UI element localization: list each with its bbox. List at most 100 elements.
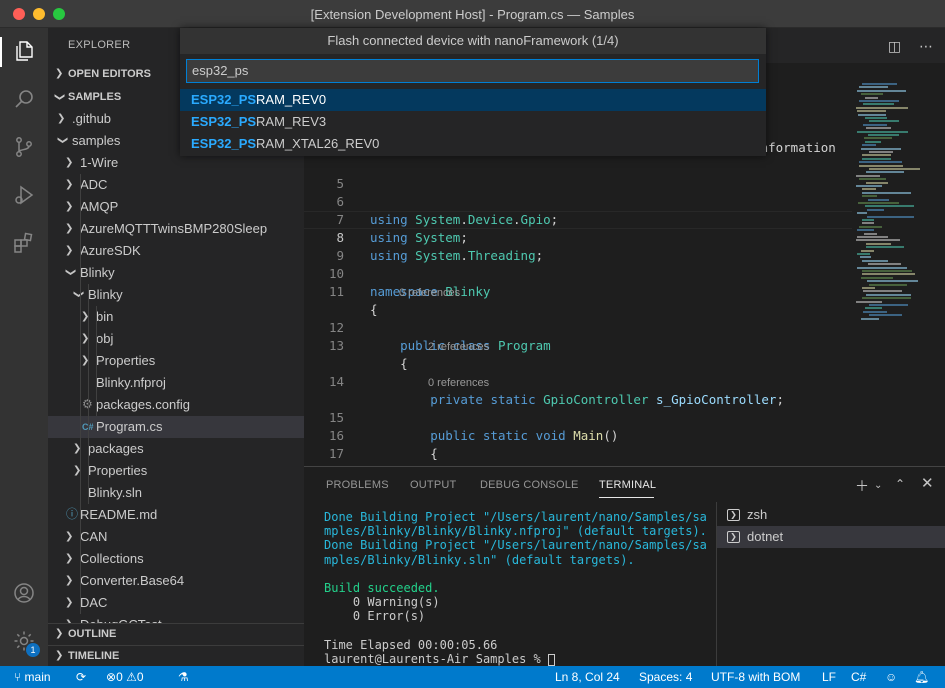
tree-item-label: bin [96,309,114,324]
error-count: 0 [116,670,123,684]
codelens-references[interactable]: 0 references [399,286,460,300]
flask-icon[interactable]: ⚗ [178,666,189,688]
tree-item-label: AzureMQTTTwinsBMP280Sleep [80,221,268,236]
tree-item[interactable]: ❯ AzureSDK [48,240,304,262]
search-icon[interactable] [12,87,36,111]
chevron-right-icon: ❯ [65,223,74,234]
chevron-right-icon: ❯ [65,179,74,190]
cursor-position[interactable]: Ln 8, Col 24 [555,666,620,688]
codelens-references[interactable]: 0 references [428,376,489,390]
tree-item-label: Blinky.nfproj [96,375,166,390]
tree-item[interactable]: Blinky.sln [48,482,304,504]
minimap[interactable] [852,83,937,333]
minimap-line [866,171,904,174]
code-line-9: 9 [304,229,852,263]
tree-item-label: AzureSDK [80,243,141,258]
minimap-line [861,317,879,320]
minimap-line [868,198,889,201]
warning-count: 0 [136,670,144,684]
tree-item[interactable]: ❯ DAC [48,592,304,614]
problems-status[interactable]: ⊗0 ⚠0 [106,666,144,688]
tree-item[interactable]: ❯ Properties [48,350,304,372]
tab-problems[interactable]: PROBLEMS [326,479,389,491]
minimap-line [857,130,908,133]
split-editor-icon[interactable]: ◫ [888,38,901,54]
chevron-right-icon: ❯ [81,311,90,322]
active-indicator [0,37,2,67]
tree-item-label: 1-Wire [80,155,119,170]
quick-pick-item[interactable]: ESP32_PSRAM_REV3 [180,111,766,133]
tree-item[interactable]: ❯ AzureMQTTTwinsBMP280Sleep [48,218,304,240]
maximize-panel-icon[interactable]: ⌃ [895,477,905,491]
code-line-11: 11 { [304,265,852,317]
tree-item[interactable]: ❯ Blinky [48,262,304,284]
timeline-section[interactable]: ❯ TIMELINE [48,645,304,666]
tree-item-label: Blinky [80,265,115,280]
tree-item[interactable]: ❯ ADC [48,174,304,196]
minimap-line [867,215,914,218]
minimap-line [865,117,887,119]
account-icon[interactable] [12,581,36,605]
terminal-label: zsh [747,507,768,522]
bottom-panel: PROBLEMS OUTPUT DEBUG CONSOLE TERMINAL ＋… [304,466,945,667]
new-terminal-icon[interactable]: ＋ [855,476,869,496]
status-bar: ⑂ main ⟳ ⊗0 ⚠0 ⚗ Ln 8, Col 24 Spaces: 4 … [0,666,945,688]
chevron-down-icon[interactable]: ⌄ [874,480,882,491]
terminal-item-dotnet[interactable]: ❯ dotnet [717,526,945,548]
code-line-18: 18 [304,445,852,466]
tree-item[interactable]: ⓘ README.md [48,504,304,526]
quick-pick-input[interactable]: esp32_ps [186,59,759,83]
terminal-line: Done Building Project "/Users/laurent/na… [324,510,707,524]
tree-item[interactable]: ❯ Blinky [48,284,304,306]
extensions-icon[interactable] [12,231,36,255]
tree-item[interactable]: ❯ Converter.Base64 [48,570,304,592]
tree-item[interactable]: ❯ AMQP [48,196,304,218]
quick-pick-item[interactable]: ESP32_PSRAM_REV0 [180,89,766,111]
chevron-right-icon: ❯ [55,68,64,79]
eol-status[interactable]: LF [822,666,836,688]
encoding-status[interactable]: UTF-8 with BOM [711,666,800,688]
tree-item[interactable]: ❯ Properties [48,460,304,482]
indent-guide [80,174,81,614]
editor-actions: ◫ ⋯ [888,38,933,55]
tree-item[interactable]: ❯ CAN [48,526,304,548]
tab-output[interactable]: OUTPUT [410,479,456,491]
quick-pick-item[interactable]: ESP32_PSRAM_XTAL26_REV0 [180,133,766,155]
quick-pick-title: Flash connected device with nanoFramewor… [180,28,766,54]
sync-icon[interactable]: ⟳ [76,666,86,688]
outline-section[interactable]: ❯ OUTLINE [48,623,304,645]
minimap-line [866,181,888,184]
indentation-status[interactable]: Spaces: 4 [639,666,692,688]
close-panel-icon[interactable]: ✕ [921,474,934,492]
tree-item[interactable]: Blinky.nfproj [48,372,304,394]
tab-debug-console[interactable]: DEBUG CONSOLE [480,479,579,491]
source-control-icon[interactable] [12,135,36,159]
minimap-line [866,293,911,296]
more-actions-icon[interactable]: ⋯ [919,38,933,54]
tree-item-label: Properties [88,463,148,478]
run-debug-icon[interactable] [12,183,36,207]
tree-item[interactable]: ❯ packages [48,438,304,460]
tree-item[interactable]: C#Program.cs [48,416,304,438]
codelens-references[interactable]: 2 references [428,340,489,354]
explorer-icon[interactable] [12,39,36,63]
language-status[interactable]: C# [851,666,866,688]
terminal-item-zsh[interactable]: ❯ zsh [717,504,945,526]
tab-terminal[interactable]: TERMINAL [599,479,656,491]
minimap-line [861,93,883,96]
feedback-icon[interactable]: ☺ [885,666,897,688]
tree-item[interactable]: ❯ Collections [48,548,304,570]
tree-item[interactable]: ❯ bin [48,306,304,328]
branch-status[interactable]: ⑂ main [14,666,51,688]
minimap-line [863,290,902,293]
tree-item[interactable]: ❯ obj [48,328,304,350]
terminal-output[interactable]: Done Building Project "/Users/laurent/na… [324,510,714,666]
minimap-line [859,225,882,228]
tree-item[interactable]: ⚙packages.config [48,394,304,416]
code-line-17: 17 s_GpioController = new GpioController… [304,427,852,466]
terminal-line: Done Building Project "/Users/laurent/na… [324,538,707,553]
warning-icon: ⚠ [126,670,137,684]
notifications-bell-icon[interactable]: 🔔︎ [914,666,929,688]
workspace-label: SAMPLES [68,91,122,103]
terminal-line: laurent@Laurents-Air Samples % [324,652,714,666]
